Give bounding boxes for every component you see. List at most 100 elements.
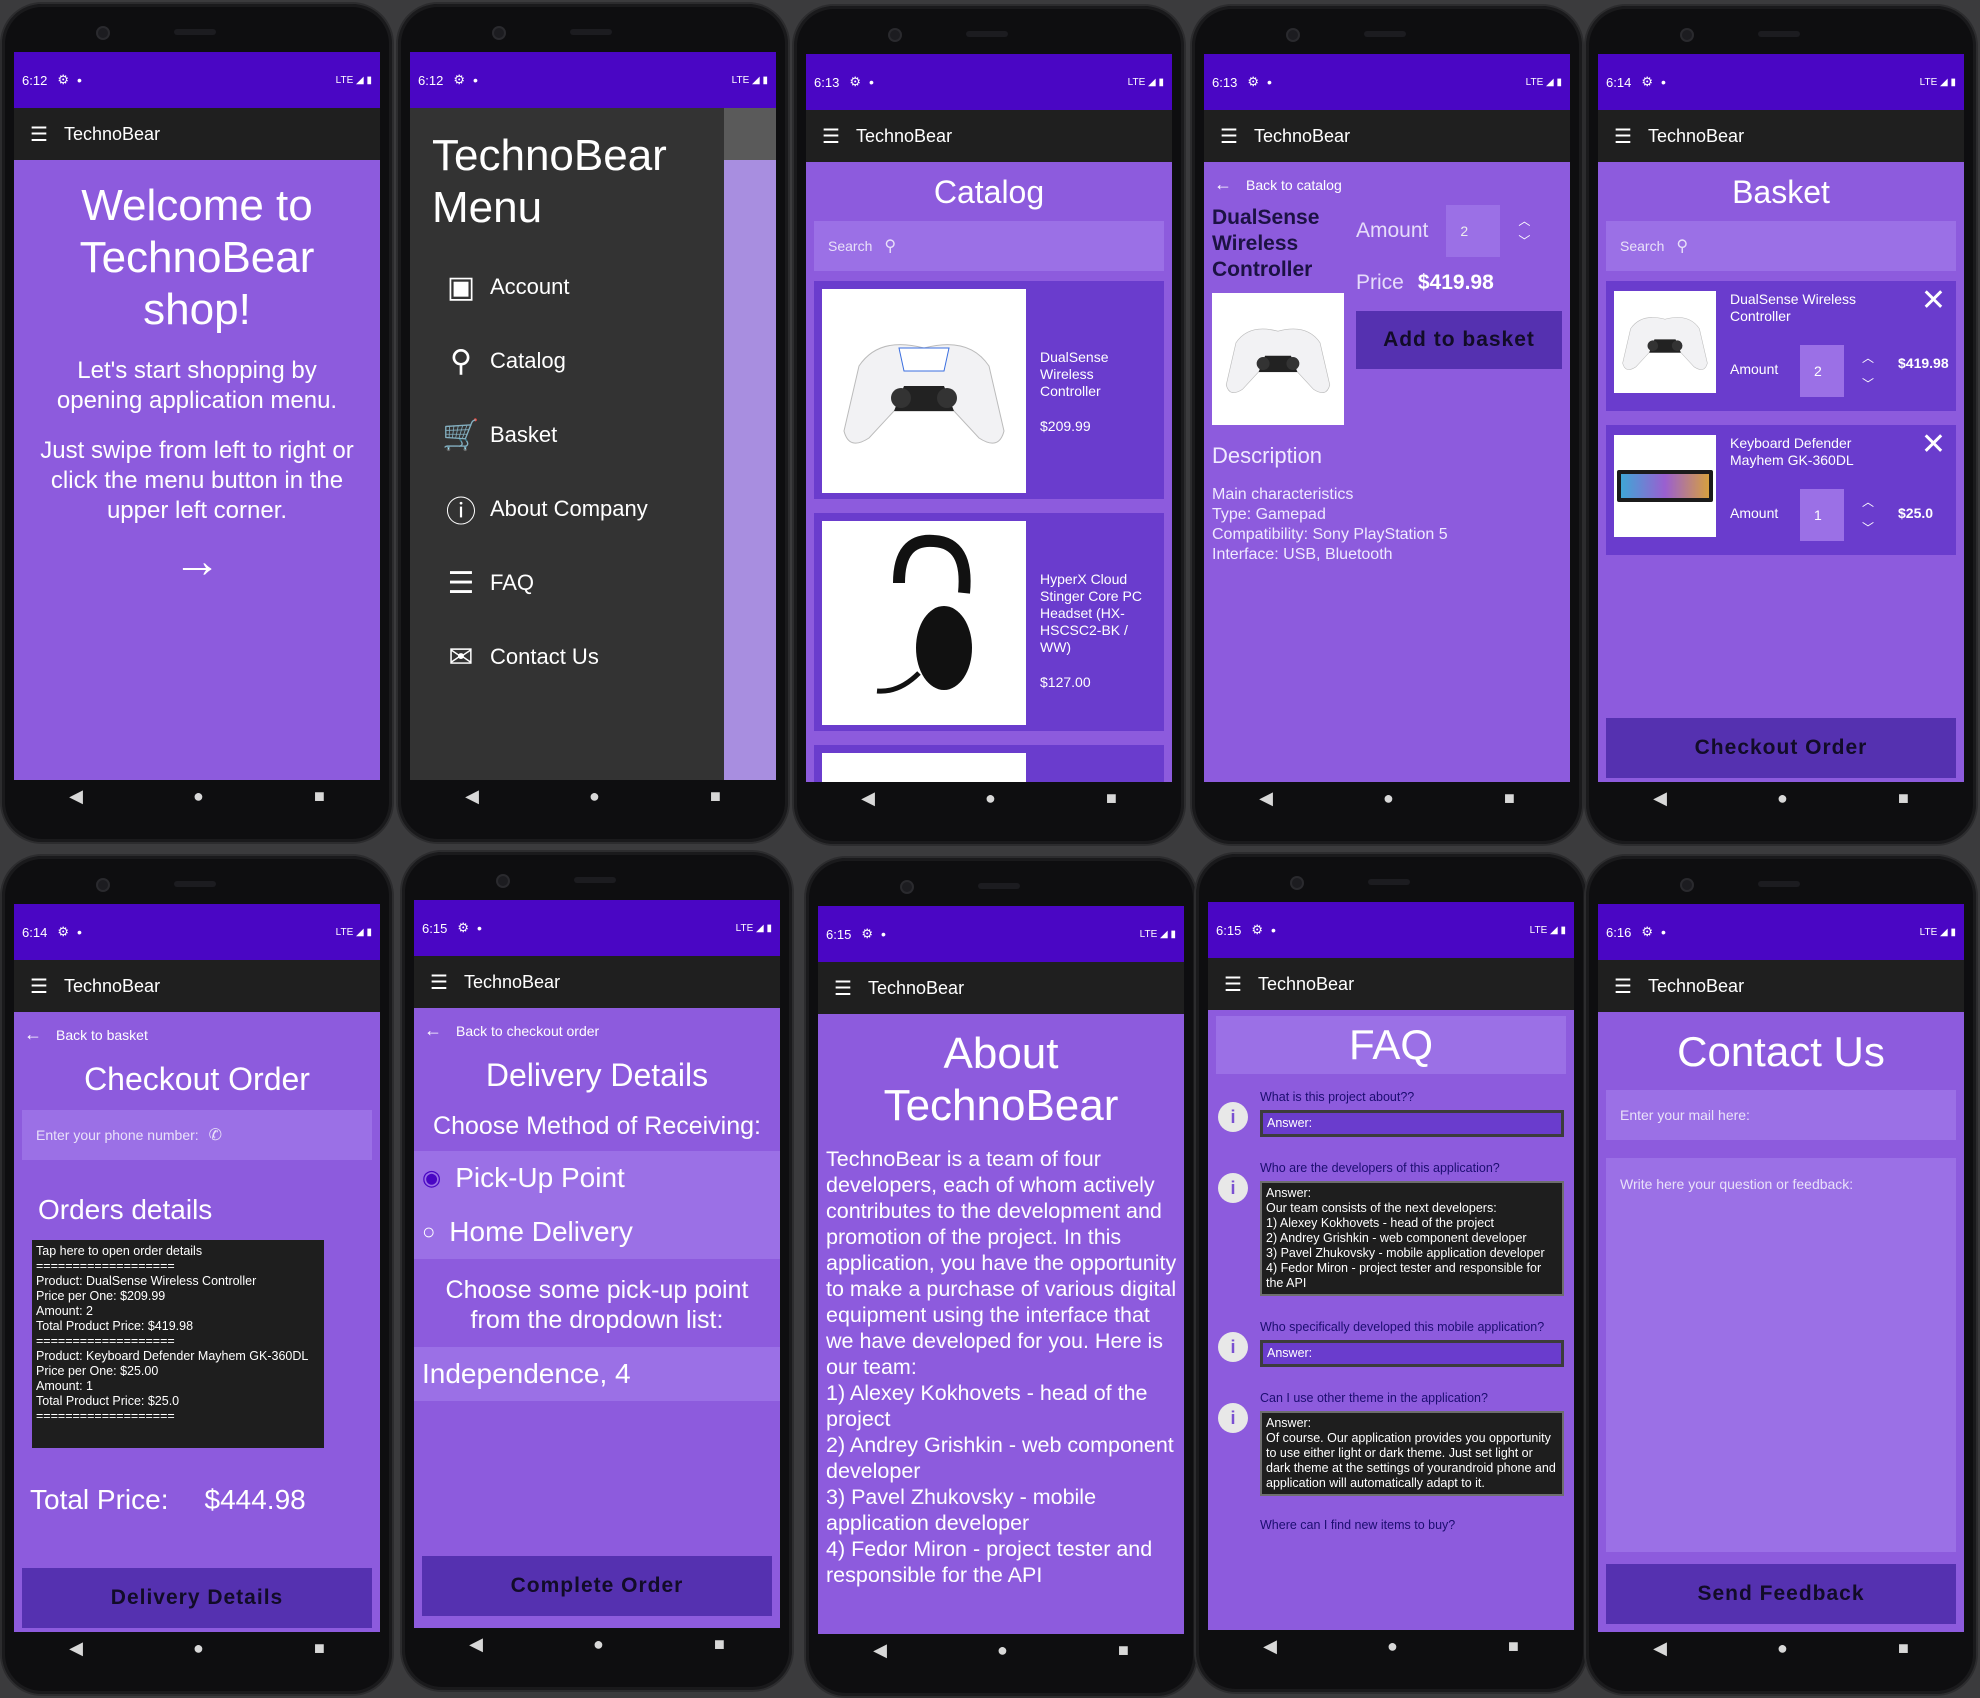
- menu-icon[interactable]: ☰: [30, 122, 64, 147]
- search-icon: ⚲: [450, 344, 472, 378]
- amount-stepper[interactable]: 1: [1800, 489, 1844, 541]
- recents-nav-icon[interactable]: ■: [714, 1634, 725, 1655]
- recents-nav-icon[interactable]: ■: [314, 1638, 325, 1659]
- send-feedback-button[interactable]: Send Feedback: [1606, 1564, 1956, 1624]
- faq-item[interactable]: i What is this project about?? Answer:: [1208, 1090, 1574, 1137]
- feedback-textarea[interactable]: Write here your question or feedback:: [1606, 1158, 1956, 1552]
- menu-item-about[interactable]: ⓘ About Company: [432, 472, 724, 546]
- home-nav-icon[interactable]: ●: [1777, 1638, 1788, 1659]
- menu-item-catalog[interactable]: ⚲ Catalog: [432, 324, 724, 398]
- menu-icon[interactable]: ☰: [1614, 974, 1648, 999]
- signal-battery-icon: LTE ◢ ▮: [1919, 926, 1956, 938]
- info-icon: ⓘ: [446, 496, 476, 529]
- signal-battery-icon: LTE ◢ ▮: [1529, 924, 1566, 936]
- back-nav-icon[interactable]: ◀: [1653, 1638, 1667, 1659]
- arrow-right-icon[interactable]: →: [14, 534, 380, 589]
- amount-stepper[interactable]: 2: [1800, 345, 1844, 397]
- delivery-details-button[interactable]: Delivery Details: [22, 1568, 372, 1628]
- menu-item-account[interactable]: ▣ Account: [432, 250, 724, 324]
- phone-checkout: 6:14 ⚙ • LTE ◢ ▮ ☰ TechnoBear ← Back to baske…: [0, 854, 394, 1696]
- stepper-arrows-icon[interactable]: ︿ ﹀: [1862, 345, 1874, 397]
- home-nav-icon[interactable]: ●: [985, 788, 996, 809]
- amount-label: Amount: [1730, 361, 1779, 377]
- recents-nav-icon[interactable]: ■: [1504, 788, 1515, 809]
- settings-status-icon: ⚙: [1247, 74, 1259, 89]
- back-nav-icon[interactable]: ◀: [1263, 1636, 1277, 1657]
- close-icon[interactable]: ✕: [1921, 283, 1946, 318]
- faq-item[interactable]: i Who are the developers of this applicat…: [1208, 1161, 1574, 1296]
- back-nav-icon[interactable]: ◀: [861, 788, 875, 809]
- nav-bar: ◀ ● ■: [1204, 772, 1570, 824]
- settings-status-icon: ⚙: [57, 924, 69, 939]
- home-nav-icon[interactable]: ●: [1777, 788, 1788, 809]
- menu-item-basket[interactable]: 🛒 Basket: [432, 398, 724, 472]
- signal-battery-icon: LTE ◢ ▮: [335, 926, 372, 938]
- pickup-instructions: Choose some pick-up point from the dropd…: [445, 1276, 749, 1334]
- back-nav-icon[interactable]: ◀: [69, 1638, 83, 1659]
- menu-icon[interactable]: ☰: [1220, 124, 1254, 149]
- option-pickup[interactable]: ◉ Pick-Up Point: [414, 1151, 780, 1205]
- mail-input[interactable]: Enter your mail here:: [1606, 1090, 1956, 1140]
- faq-answer: Answer: Of course. Our application provid…: [1260, 1411, 1564, 1496]
- checkout-order-button[interactable]: Checkout Order: [1606, 718, 1956, 778]
- back-link[interactable]: ← Back to catalog: [1204, 162, 1570, 195]
- back-nav-icon[interactable]: ◀: [1653, 788, 1667, 809]
- home-nav-icon[interactable]: ●: [1387, 1636, 1398, 1657]
- menu-item-contact[interactable]: ✉ Contact Us: [432, 620, 724, 694]
- home-nav-icon[interactable]: ●: [997, 1640, 1008, 1661]
- menu-icon[interactable]: ☰: [822, 124, 856, 149]
- amount-stepper[interactable]: 2: [1446, 205, 1501, 257]
- faq-item[interactable]: i Can I use other theme in the applicatio…: [1208, 1391, 1574, 1496]
- recents-nav-icon[interactable]: ■: [1898, 788, 1909, 809]
- menu-item-faq[interactable]: ☰ FAQ: [432, 546, 724, 620]
- recents-nav-icon[interactable]: ■: [1106, 788, 1117, 809]
- basket-item[interactable]: DualSense Wireless Controller ✕ Amount 2…: [1606, 281, 1956, 411]
- faq-item[interactable]: i Who specifically developed this mobile …: [1208, 1320, 1574, 1367]
- close-icon[interactable]: ✕: [1921, 427, 1946, 462]
- back-nav-icon[interactable]: ◀: [465, 786, 479, 807]
- add-to-basket-button[interactable]: Add to basket: [1356, 311, 1562, 369]
- recents-nav-icon[interactable]: ■: [314, 786, 325, 807]
- recents-nav-icon[interactable]: ■: [1898, 1638, 1909, 1659]
- recents-nav-icon[interactable]: ■: [1508, 1636, 1519, 1657]
- order-details-box[interactable]: Tap here to open order details ==========…: [32, 1240, 324, 1448]
- home-nav-icon[interactable]: ●: [589, 786, 600, 807]
- settings-status-icon: ⚙: [457, 920, 469, 935]
- product-card[interactable]: HyperX Cloud Stinger Core PC Headset (HX…: [814, 513, 1164, 731]
- stepper-arrows-icon[interactable]: ︿ ﹀: [1862, 489, 1874, 541]
- menu-icon[interactable]: ☰: [430, 970, 464, 995]
- back-link[interactable]: ← Back to checkout order: [414, 1008, 780, 1041]
- back-nav-icon[interactable]: ◀: [1259, 788, 1273, 809]
- home-nav-icon[interactable]: ●: [593, 1634, 604, 1655]
- faq-item[interactable]: Where can I find new items to buy?: [1208, 1518, 1574, 1532]
- pickup-point-dropdown[interactable]: Independence, 4: [414, 1347, 780, 1401]
- cart-icon: 🛒: [442, 418, 480, 452]
- search-input[interactable]: Search ⚲: [1606, 221, 1956, 271]
- info-icon: i: [1218, 1403, 1248, 1433]
- recents-nav-icon[interactable]: ■: [1118, 1640, 1129, 1661]
- option-home[interactable]: ○ Home Delivery: [414, 1205, 780, 1259]
- radio-unchecked-icon: ○: [422, 1219, 436, 1244]
- home-nav-icon[interactable]: ●: [1383, 788, 1394, 809]
- back-nav-icon[interactable]: ◀: [469, 1634, 483, 1655]
- search-input[interactable]: Search ⚲: [814, 221, 1164, 271]
- menu-icon[interactable]: ☰: [1614, 124, 1648, 149]
- menu-icon[interactable]: ☰: [30, 974, 64, 999]
- product-card[interactable]: DualSense Wireless Controller $209.99: [814, 281, 1164, 499]
- arrow-left-icon: ←: [424, 1020, 442, 1040]
- status-bar: 6:15 ⚙ • LTE ◢ ▮: [818, 906, 1184, 962]
- phone-input[interactable]: Enter your phone number: ✆: [22, 1110, 372, 1160]
- menu-icon[interactable]: ☰: [1224, 972, 1258, 997]
- menu-icon[interactable]: ☰: [834, 976, 868, 1001]
- recents-nav-icon[interactable]: ■: [710, 786, 721, 807]
- basket-item[interactable]: Keyboard Defender Mayhem GK-360DL ✕ Amou…: [1606, 425, 1956, 555]
- complete-order-button[interactable]: Complete Order: [422, 1556, 772, 1616]
- home-nav-icon[interactable]: ●: [193, 1638, 204, 1659]
- back-nav-icon[interactable]: ◀: [873, 1640, 887, 1661]
- toolbar: ☰ TechnoBear: [1598, 110, 1964, 162]
- back-link[interactable]: ← Back to basket: [14, 1012, 380, 1045]
- stepper-arrows-icon[interactable]: ︿ ﹀: [1518, 211, 1530, 251]
- back-nav-icon[interactable]: ◀: [69, 786, 83, 807]
- home-nav-icon[interactable]: ●: [193, 786, 204, 807]
- mail-icon: ✉: [448, 640, 474, 674]
